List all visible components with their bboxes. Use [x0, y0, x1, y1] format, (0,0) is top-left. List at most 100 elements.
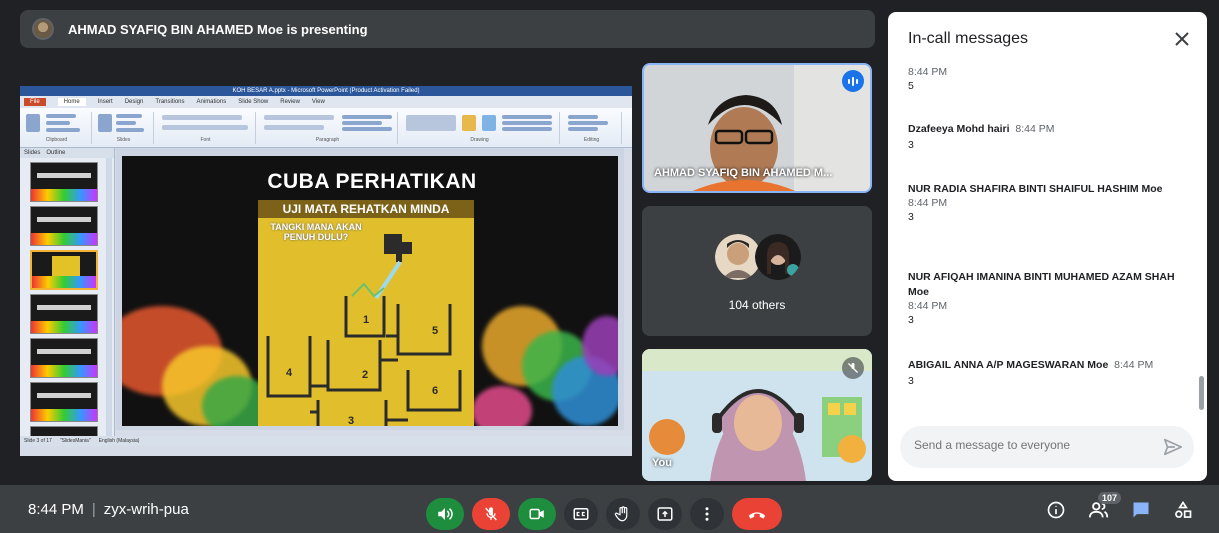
meet-window: AHMAD SYAFIQ BIN AHAMED Moe is presentin…: [0, 0, 1219, 533]
ppt-group-editing: Editing: [562, 112, 622, 144]
ppt-status-bar: Slide 3 of 17 "SlidesMania" English (Mal…: [20, 436, 632, 446]
send-icon[interactable]: [1162, 436, 1184, 458]
participant-count-badge: 107: [1098, 492, 1122, 504]
slide-thumbnail: 4: [30, 294, 98, 334]
more-options-button[interactable]: [690, 498, 724, 530]
ppt-tab-review: Review: [280, 99, 300, 105]
captions-icon: [573, 508, 589, 520]
ppt-tab-design: Design: [124, 99, 144, 105]
chat-message-body: 3: [908, 211, 914, 223]
activities-button[interactable]: [1172, 499, 1194, 521]
chat-message-time: 8:44 PM: [1015, 123, 1055, 135]
chat-message: ABIGAIL ANNA A/P MAGESWARAN Moe 8:44 PM …: [908, 358, 1178, 387]
ppt-status-language: English (Malaysia): [98, 438, 140, 444]
meeting-time: 8:44 PM: [28, 501, 84, 518]
ppt-tab-home: Home: [57, 98, 86, 106]
chat-message-time: 8:44 PM: [908, 300, 948, 312]
present-icon: [657, 507, 673, 521]
slide-canvas: CUBA PERHATIKAN UJI MATA REHATKAN MINDA …: [116, 148, 624, 430]
raise-hand-icon: [614, 506, 628, 522]
self-video: [642, 349, 872, 481]
slide-thumbnail: 2: [30, 206, 98, 246]
meeting-details-button[interactable]: [1045, 499, 1067, 521]
meeting-code: zyx-wrih-pua: [103, 501, 189, 518]
chat-message-input[interactable]: [914, 438, 1144, 452]
ppt-tab-transitions: Transitions: [155, 99, 185, 105]
presenter-banner-text: AHMAD SYAFIQ BIN AHAMED Moe is presentin…: [68, 21, 368, 37]
ppt-tab-insert: Insert: [97, 99, 113, 105]
thumbnail-tab-outline: Outline: [46, 150, 66, 156]
current-slide: CUBA PERHATIKAN UJI MATA REHATKAN MINDA …: [122, 156, 618, 426]
tank-2-outline: [326, 340, 382, 392]
meeting-toolbar: 8:44 PM | zyx-wrih-pua: [0, 485, 1219, 533]
ppt-group-drawing: Drawing: [400, 112, 560, 144]
microphone-button[interactable]: [472, 498, 510, 530]
ppt-group-clipboard: Clipboard: [22, 112, 92, 144]
ppt-group-clipboard-label: Clipboard: [45, 137, 68, 143]
ppt-group-font-label: Font: [200, 137, 211, 143]
ppt-status-slide: Slide 3 of 17: [24, 438, 52, 444]
ppt-tab-slideshow: Slide Show: [238, 99, 269, 105]
ppt-tab-view: View: [311, 99, 325, 105]
chat-message-time: 8:44 PM: [908, 66, 948, 78]
chat-scrollbar[interactable]: [1199, 376, 1204, 410]
ppt-title-bar: KOH BESAR A.pptx - Microsoft PowerPoint …: [20, 86, 632, 96]
audio-button[interactable]: [426, 498, 464, 530]
presenter-avatar: [32, 18, 54, 40]
chat-message-body: 5: [908, 80, 914, 92]
leave-call-button[interactable]: [732, 498, 782, 530]
volume-icon: [438, 508, 453, 520]
chat-button[interactable]: [1130, 499, 1152, 521]
shared-screen[interactable]: KOH BESAR A.pptx - Microsoft PowerPoint …: [20, 86, 632, 456]
present-button[interactable]: [648, 498, 682, 530]
thumbnail-tab-slides: Slides: [24, 150, 41, 156]
camera-icon: [529, 508, 544, 520]
others-count-label: 104 others: [728, 298, 786, 312]
chat-message-body: 3: [908, 375, 914, 387]
tank-label-1: 1: [363, 314, 369, 326]
mic-off-icon: [842, 357, 864, 379]
tank-label-6: 6: [432, 385, 438, 397]
participant-tile-self[interactable]: You: [642, 349, 872, 481]
participant-tile-speaker[interactable]: AHMAD SYAFIQ BIN AHAMED M...: [642, 63, 872, 193]
ppt-group-font: Font: [156, 112, 256, 144]
chat-compose-box: [900, 426, 1194, 468]
speaker-name-label: AHMAD SYAFIQ BIN AHAMED M...: [654, 167, 833, 179]
raise-hand-button[interactable]: [606, 498, 640, 530]
chat-message: NUR RADIA SHAFIRA BINTI SHAIFUL HASHIM M…: [908, 182, 1178, 223]
slide-thumbnail-selected: 3: [30, 250, 98, 290]
camera-button[interactable]: [518, 498, 556, 530]
participant-tile-others[interactable]: 104 others: [642, 206, 872, 336]
chat-message-body: 3: [908, 139, 914, 151]
ppt-group-editing-label: Editing: [583, 137, 600, 143]
chat-message-sender: NUR AFIQAH IMANINA BINTI MUHAMED AZAM SH…: [908, 271, 1175, 298]
slide-title: CUBA PERHATIKAN: [267, 170, 477, 193]
mic-off-icon: [485, 507, 497, 521]
ppt-window-title: KOH BESAR A.pptx - Microsoft PowerPoint …: [232, 88, 420, 94]
more-vert-icon: [705, 507, 709, 521]
meeting-info: 8:44 PM | zyx-wrih-pua: [28, 501, 189, 518]
slide-thumbnail-panel: Slides Outline 1 2 3 4 5 6 7: [20, 148, 115, 446]
ppt-status-theme: "SlidesMania": [59, 438, 91, 444]
speaking-indicator-icon: [842, 70, 864, 92]
ppt-group-drawing-label: Drawing: [470, 137, 489, 143]
ppt-group-paragraph-label: Paragraph: [315, 137, 340, 143]
captions-button[interactable]: [564, 498, 598, 530]
participant-avatar: [755, 234, 801, 280]
chat-message-sender: Dzafeeya Mohd hairi: [908, 123, 1010, 135]
connecting-pipes: [310, 334, 408, 422]
info-icon: [1047, 501, 1065, 519]
chat-message-time: 8:44 PM: [1114, 359, 1154, 371]
close-icon[interactable]: [1169, 26, 1195, 52]
thumbnail-scrollbar: [106, 158, 112, 438]
ppt-group-slides-label: Slides: [116, 137, 131, 143]
chat-message-time: 8:44 PM: [908, 197, 948, 209]
tank-label-4: 4: [286, 367, 293, 379]
chat-message: 8:44 PM 5: [908, 66, 1178, 92]
ppt-tab-animations: Animations: [196, 99, 227, 105]
thumbnail-tabs: Slides Outline: [20, 148, 114, 158]
ppt-group-paragraph: Paragraph: [258, 112, 398, 144]
chat-message-sender: ABIGAIL ANNA A/P MAGESWARAN Moe: [908, 359, 1109, 371]
faucet-icon: [384, 234, 412, 262]
chat-message: NUR AFIQAH IMANINA BINTI MUHAMED AZAM SH…: [908, 270, 1178, 326]
